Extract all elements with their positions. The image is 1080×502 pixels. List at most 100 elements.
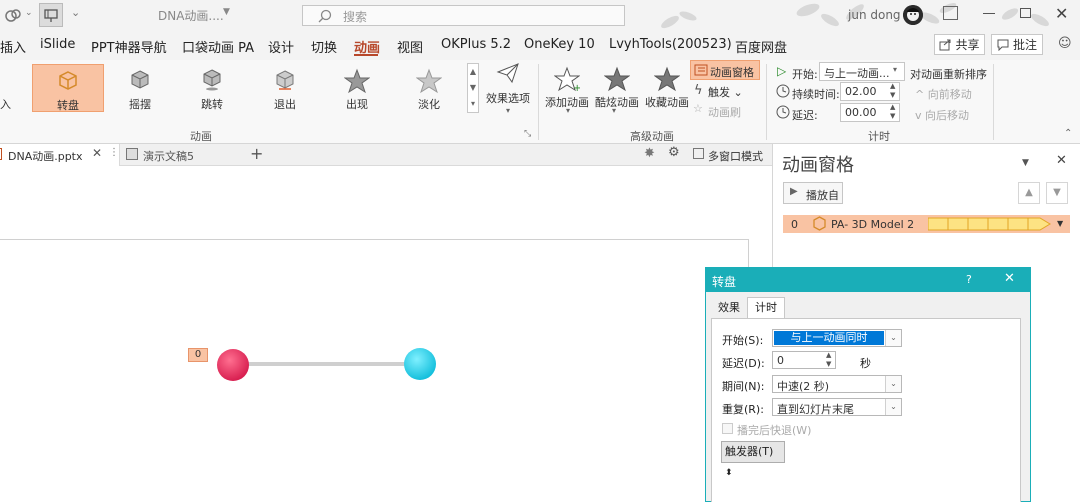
collapse-ribbon-icon[interactable]: ⌃ xyxy=(1064,128,1072,139)
help-button[interactable]: ? xyxy=(966,273,972,286)
delay-spinner[interactable]: ▲ ▼ xyxy=(826,351,831,369)
dialog-period-select[interactable]: 中速(2 秒) ⌄ xyxy=(772,375,902,393)
close-dialog-icon[interactable]: ✕ xyxy=(1004,271,1015,286)
chevron-down-icon: ⌄ xyxy=(885,399,901,415)
chevron-down-icon: ▾ xyxy=(893,65,898,74)
move-later-button[interactable]: v 向后移动 xyxy=(915,107,969,123)
effect-options-button[interactable]: 效果选项 ▾ xyxy=(486,62,530,122)
user-name[interactable]: jun dong xyxy=(848,8,901,22)
group-timing-label: 计时 xyxy=(868,130,890,143)
dna-3d-model[interactable] xyxy=(215,346,440,384)
tab-timing[interactable]: 计时 xyxy=(747,297,785,319)
pane-options-icon[interactable]: ▼ xyxy=(1022,158,1029,168)
autosave-icon[interactable] xyxy=(4,6,22,24)
anim-brush-button[interactable]: 动画刷 xyxy=(708,104,741,120)
share-icon xyxy=(939,39,951,50)
start-value: 与上一动画... xyxy=(824,67,890,80)
tab-transition[interactable]: 切换 xyxy=(311,37,337,56)
gallery-item-swing[interactable]: 摇摆 xyxy=(108,64,172,114)
tab-design[interactable]: 设计 xyxy=(268,37,294,56)
paper-plane-icon xyxy=(496,63,519,84)
play-icon: ▷ xyxy=(777,64,787,78)
tab-lvyhtools[interactable]: LvyhTools(200523) xyxy=(609,37,732,52)
restore-icon[interactable] xyxy=(1020,8,1031,18)
tab-effect[interactable]: 效果 xyxy=(711,298,747,318)
tab-insert[interactable]: 插入 xyxy=(0,37,26,56)
emoji-feedback-icon[interactable]: ☺ xyxy=(1058,36,1072,51)
model-icon xyxy=(812,216,827,231)
gallery-item-appear[interactable]: 出现 xyxy=(325,64,389,114)
share-button[interactable]: 共享 xyxy=(934,34,985,55)
dialog-title-bar[interactable] xyxy=(705,267,1031,292)
present-icon[interactable] xyxy=(39,3,63,27)
group-advanced-label: 高级动画 xyxy=(630,130,674,143)
gallery-item-label: 退出 xyxy=(274,98,296,111)
close-tab-icon[interactable]: ✕ xyxy=(92,146,102,160)
search-placeholder: 搜索 xyxy=(343,10,368,24)
gallery-item-enter[interactable]: 入 xyxy=(0,64,11,114)
gallery-item-spin[interactable]: 转盘 xyxy=(32,64,104,112)
doc-tab-label-2[interactable]: 演示文稿5 xyxy=(143,148,194,164)
gallery-item-fade[interactable]: 淡化 xyxy=(397,64,461,114)
cool-animation-label: 酷炫动画 xyxy=(595,96,639,109)
anim-brush-icon: ☆ xyxy=(693,102,703,115)
jump-cube-icon xyxy=(203,69,221,91)
add-animation-button[interactable]: + 添加动画 xyxy=(542,62,592,112)
tab-pocket-animation[interactable]: 口袋动画 PA xyxy=(182,37,254,56)
anim-pane-title: 动画窗格 xyxy=(782,155,854,176)
anim-timeline-bar[interactable] xyxy=(928,217,1052,231)
chevron-down-icon[interactable]: ⌄ xyxy=(25,8,33,18)
dialog-repeat-value: 直到幻灯片末尾 xyxy=(777,403,854,416)
duration-spinner[interactable]: ▲ ▼ xyxy=(890,82,895,100)
doc-tab-label: DNA动画.pptx xyxy=(8,150,83,163)
lightning-icon: ϟ xyxy=(694,83,703,98)
gallery-scroll[interactable]: ▲ ▼ ▾ xyxy=(467,63,479,113)
delay-spinner[interactable]: ▲ ▼ xyxy=(890,103,895,121)
ppt-file-icon xyxy=(126,148,138,160)
minimize-icon[interactable] xyxy=(983,13,995,14)
add-star-icon: + xyxy=(554,66,580,92)
collect-star-icon xyxy=(654,66,680,92)
expand-icon: ⬍ xyxy=(725,468,733,478)
dialog-repeat-select[interactable]: 直到幻灯片末尾 ⌄ xyxy=(772,398,902,416)
tab-islide[interactable]: iSlide xyxy=(40,37,75,52)
new-tab-icon[interactable]: + xyxy=(250,144,263,163)
tab-ppt-nav[interactable]: PPT神器导航 xyxy=(91,37,167,56)
customize-qat-icon[interactable]: ⌄ xyxy=(71,6,80,19)
comment-button[interactable]: 批注 xyxy=(991,34,1043,55)
ribbon-display-icon[interactable] xyxy=(943,6,958,20)
close-window-icon[interactable]: ✕ xyxy=(1055,4,1068,23)
effect-options-label: 效果选项 xyxy=(486,92,530,105)
tab-onekey[interactable]: OneKey 10 xyxy=(524,37,595,52)
ribbon-separator xyxy=(538,64,539,140)
gallery-item-jump[interactable]: 跳转 xyxy=(180,64,244,114)
tab-baidu-netdisk[interactable]: 百度网盘 xyxy=(735,37,787,56)
move-earlier-button[interactable]: ^ 向前移动 xyxy=(915,86,972,102)
cool-animation-button[interactable]: 酷炫动画 xyxy=(592,62,642,112)
gear-icon[interactable]: ⚙ xyxy=(668,145,680,160)
group-animation-label: 动画 xyxy=(190,130,212,143)
multiwindow-button[interactable]: 多窗口模式 xyxy=(708,148,763,164)
trigger-toggle-button[interactable]: 触发器(T) ⬍ xyxy=(721,441,785,478)
tab-okplus[interactable]: OKPlus 5.2 xyxy=(441,37,511,52)
anim-row-index: 0 xyxy=(791,218,798,231)
collect-animation-button[interactable]: 收藏动画 xyxy=(642,62,692,112)
appear-star-icon xyxy=(344,68,370,94)
magic-wand-icon[interactable]: ✸ xyxy=(644,146,655,161)
more-icon[interactable]: ⋮ xyxy=(109,147,119,158)
trigger-button[interactable]: 触发 ⌄ xyxy=(708,84,743,100)
row-dropdown-icon[interactable]: ▼ xyxy=(1057,219,1063,228)
move-up-button[interactable]: ▲ xyxy=(1018,182,1040,204)
title-dropdown-icon[interactable]: ▼ xyxy=(223,7,230,17)
anim-pane-icon xyxy=(694,63,708,77)
tab-view[interactable]: 视图 xyxy=(397,37,423,56)
move-down-button[interactable]: ▼ xyxy=(1046,182,1068,204)
dialog-launcher-icon[interactable]: ⤡ xyxy=(524,129,531,139)
dialog-start-select[interactable]: 与上一动画同时 ⌄ xyxy=(772,329,902,347)
rewind-checkbox[interactable] xyxy=(722,423,733,434)
dialog-title: 转盘 xyxy=(712,275,737,289)
avatar[interactable] xyxy=(903,5,923,25)
anim-sequence-tag[interactable]: 0 xyxy=(188,348,208,362)
close-pane-icon[interactable]: ✕ xyxy=(1056,153,1067,168)
gallery-item-exit[interactable]: 退出 xyxy=(253,64,317,114)
